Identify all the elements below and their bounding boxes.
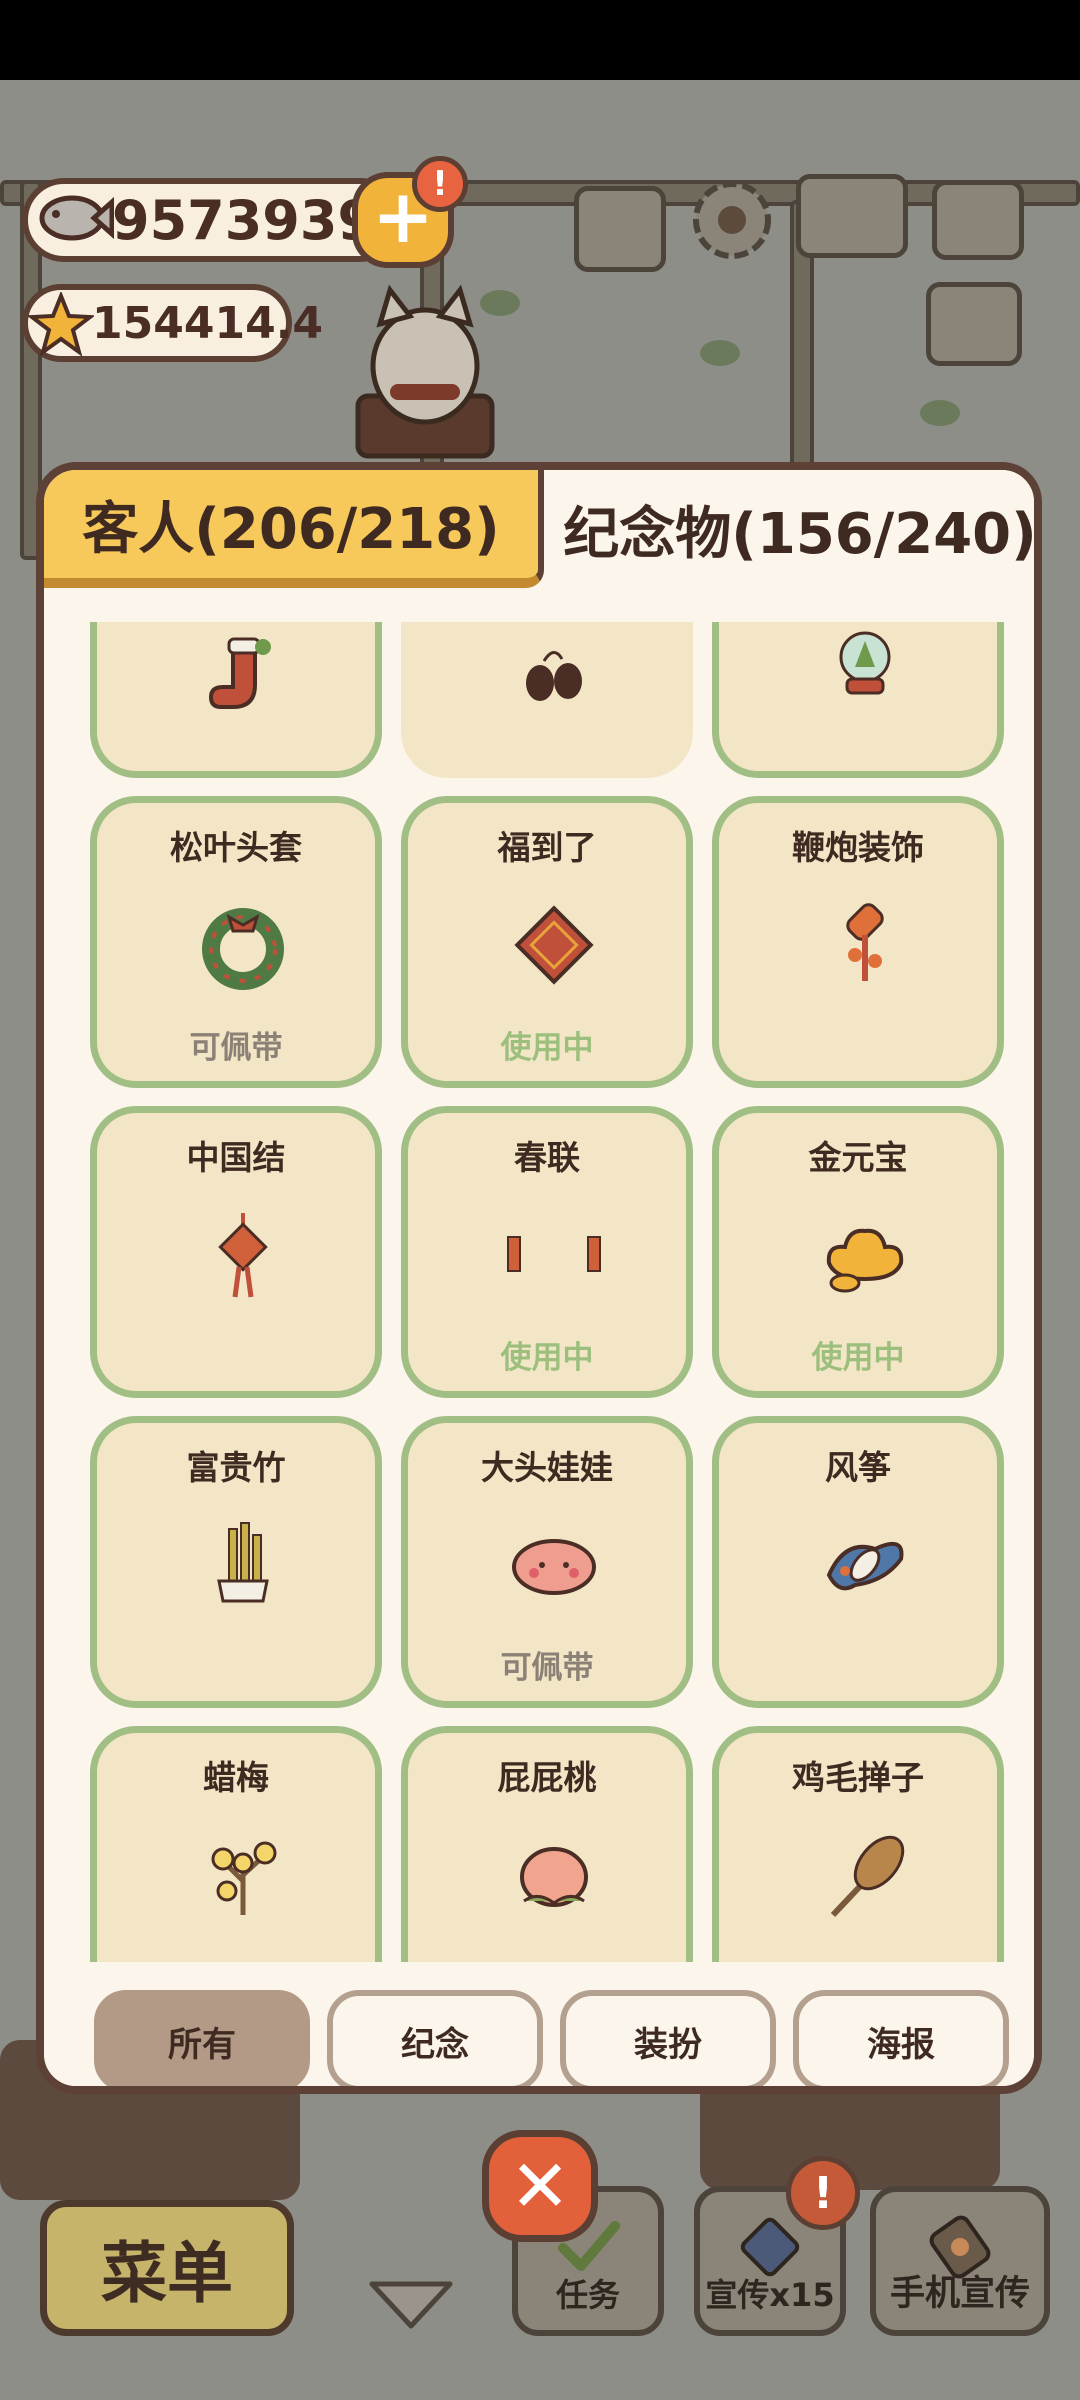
alert-badge: ! (412, 156, 468, 212)
snow-globe-icon (839, 631, 891, 695)
wintersweet-icon (211, 1841, 277, 1915)
item-name: 富贵竹 (186, 1448, 286, 1487)
souvenir-card[interactable]: 春联 使用中 (401, 1106, 693, 1398)
pine-wreath-icon (202, 908, 284, 990)
item-name: 福到了 (497, 828, 597, 867)
chevron-down-icon[interactable] (366, 2276, 456, 2332)
couplet-icon (507, 1236, 601, 1272)
star-currency-pill: 154414.4 (22, 284, 323, 362)
item-name: 春联 (514, 1138, 580, 1177)
souvenir-card[interactable]: 松叶头套 可佩带 (90, 796, 382, 1088)
souvenir-card[interactable] (90, 622, 382, 778)
star-count: 154414.4 (92, 297, 324, 349)
newspaper-icon[interactable] (926, 282, 1022, 366)
phone-promo-button[interactable]: 手机宣传 (870, 2186, 1050, 2336)
christmas-stocking-icon (208, 637, 271, 709)
feather-duster-icon (830, 1835, 905, 1918)
peach-icon (520, 1847, 588, 1907)
menu-button[interactable]: 菜单 (40, 2200, 294, 2336)
souvenir-card[interactable]: 富贵竹 (90, 1416, 382, 1708)
item-status: 可佩带 (500, 1650, 594, 1686)
item-name: 中国结 (186, 1138, 286, 1177)
close-icon: ✕ (509, 2144, 571, 2228)
catalog-book-icon[interactable] (796, 174, 908, 258)
kite-icon (826, 1541, 904, 1591)
promo-alert-badge: ! (786, 2156, 860, 2230)
item-status: 使用中 (500, 1340, 594, 1376)
fish-currency-pill: 95739395 (22, 178, 413, 262)
item-name: 鞭炮装饰 (792, 828, 924, 867)
status-bar (0, 0, 1080, 80)
souvenir-card[interactable]: 金元宝 使用中 (712, 1106, 1004, 1398)
tab-guests[interactable]: 客人(206/218) (44, 470, 544, 588)
star-icon (28, 292, 94, 357)
collection-panel: 客人(206/218) 纪念物(156/240) 松叶头套 可佩带 福到了 使用… (36, 462, 1042, 2094)
souvenir-card[interactable]: 中国结 (90, 1106, 382, 1398)
item-status: 使用中 (811, 1340, 905, 1376)
item-status: 使用中 (500, 1030, 594, 1066)
item-name: 金元宝 (808, 1138, 908, 1177)
souvenir-card[interactable]: 蜡梅 (90, 1726, 382, 1962)
filter-bar: 所有 纪念 装扮 海报 (44, 1970, 1034, 2086)
camera-icon[interactable] (932, 180, 1024, 260)
souvenir-grid: 松叶头套 可佩带 福到了 使用中 鞭炮装饰 中国结 春联 使用中 金元宝 使用中… (44, 622, 1034, 1962)
souvenir-card[interactable]: 鸡毛掸子 (712, 1726, 1004, 1962)
item-name: 松叶头套 (170, 828, 302, 867)
item-name: 屁屁桃 (497, 1758, 597, 1797)
souvenir-card[interactable]: 大头娃娃 可佩带 (401, 1416, 693, 1708)
souvenir-card[interactable]: 屁屁桃 (401, 1726, 693, 1962)
leaf-decor (920, 400, 960, 426)
fu-diamond-icon (514, 905, 594, 985)
filter-dressup-button[interactable]: 装扮 (560, 1990, 776, 2086)
leaf-decor (700, 340, 740, 366)
tab-souvenirs[interactable]: 纪念物(156/240) (550, 470, 1034, 588)
gold-ingot-icon (826, 1228, 904, 1293)
mittens-icon (526, 651, 582, 701)
souvenir-card[interactable] (712, 622, 1004, 778)
souvenir-card[interactable] (401, 622, 693, 778)
lucky-cat-icon (355, 284, 495, 459)
filter-poster-button[interactable]: 海报 (793, 1990, 1009, 2086)
souvenir-card[interactable]: 风筝 (712, 1416, 1004, 1708)
item-name: 蜡梅 (203, 1758, 269, 1797)
item-name: 鸡毛掸子 (792, 1758, 924, 1797)
close-button[interactable]: ✕ (482, 2130, 598, 2242)
souvenir-card[interactable]: 福到了 使用中 (401, 796, 693, 1088)
ranking-icon[interactable] (574, 186, 666, 272)
filter-souvenir-button[interactable]: 纪念 (327, 1990, 543, 2086)
flyer-icon (740, 2217, 800, 2277)
big-head-doll-icon (512, 1539, 596, 1595)
item-name: 大头娃娃 (481, 1448, 613, 1487)
item-name: 风筝 (825, 1448, 891, 1487)
filter-all-button[interactable]: 所有 (94, 1990, 310, 2086)
fish-icon (39, 195, 114, 241)
phone-icon (929, 2215, 991, 2279)
firecracker-icon (846, 903, 884, 981)
settings-gear-icon[interactable] (684, 172, 780, 268)
item-status: 可佩带 (189, 1030, 283, 1066)
lucky-bamboo-icon (217, 1522, 269, 1603)
chinese-knot-icon (218, 1213, 268, 1298)
souvenir-card[interactable]: 鞭炮装饰 (712, 796, 1004, 1088)
